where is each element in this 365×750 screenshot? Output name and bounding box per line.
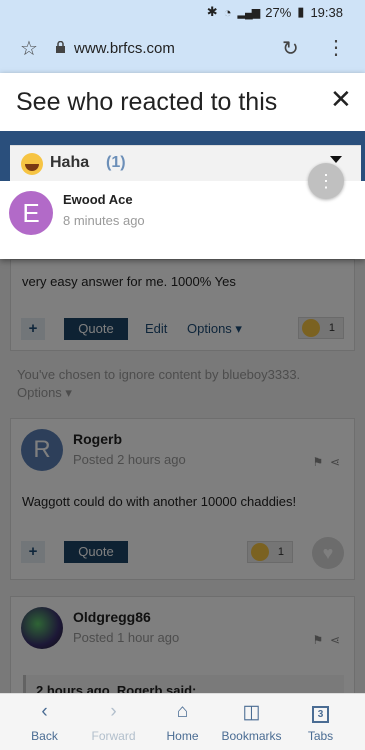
home-icon: ⌂: [176, 701, 189, 722]
nav-forward[interactable]: › Forward: [77, 694, 150, 750]
wifi-icon: ◔: [223, 4, 232, 20]
avatar[interactable]: E: [9, 191, 53, 235]
modal-title: See who reacted to this: [16, 88, 278, 116]
reload-icon[interactable]: ↻: [282, 36, 299, 61]
nav-bookmarks[interactable]: ◫ Bookmarks: [215, 694, 288, 750]
back-icon: ‹: [41, 701, 48, 722]
battery-icon: ▮: [297, 4, 305, 19]
more-options-icon[interactable]: ⋮: [308, 163, 344, 199]
battery-level: 27%: [265, 4, 292, 20]
nav-home[interactable]: ⌂ Home: [146, 694, 219, 750]
nav-label: Tabs: [307, 729, 334, 743]
browser-menu-icon[interactable]: ⋮: [326, 35, 346, 60]
bookmarks-icon: ◫: [242, 702, 261, 723]
bluetooth-icon: ✱: [206, 4, 218, 19]
nav-back[interactable]: ‹ Back: [8, 694, 81, 750]
bookmark-star-icon[interactable]: ☆: [20, 36, 38, 61]
url-bar[interactable]: ☆ www.brfcs.com ↻ ⋮: [0, 30, 365, 68]
forward-icon: ›: [110, 701, 117, 722]
nav-label: Bookmarks: [221, 729, 282, 743]
browser-top-bar: ✱ ◔ ▂▄▆ 27% ▮ 19:38 ☆ www.brfcs.com ↻ ⋮: [0, 0, 365, 73]
signal-icon: ▂▄▆: [237, 6, 261, 19]
haha-emoji-icon: [21, 153, 43, 175]
chevron-down-icon[interactable]: [330, 156, 342, 163]
nav-label: Back: [31, 729, 58, 743]
tabs-icon: 3: [284, 701, 357, 723]
reaction-label: Haha: [50, 154, 90, 171]
reactions-modal: See who reacted to this ✕ Haha (1) E Ewo…: [0, 73, 365, 259]
reaction-count: (1): [106, 154, 126, 171]
reaction-time: 8 minutes ago: [63, 213, 145, 228]
tabs-count: 3: [312, 706, 329, 723]
browser-bottom-bar: ‹ Back › Forward ⌂ Home ◫ Bookmarks 3 Ta…: [0, 693, 365, 750]
nav-tabs[interactable]: 3 Tabs: [284, 694, 357, 750]
list-item[interactable]: E Ewood Ace 8 minutes ago: [0, 183, 365, 243]
user-name[interactable]: Ewood Ace: [63, 192, 133, 207]
close-icon[interactable]: ✕: [330, 86, 352, 112]
nav-label: Forward: [91, 729, 136, 743]
status-bar: ✱ ◔ ▂▄▆ 27% ▮ 19:38: [207, 4, 343, 20]
lock-icon: [56, 41, 65, 53]
url-text[interactable]: www.brfcs.com: [74, 40, 175, 57]
clock: 19:38: [310, 4, 343, 20]
nav-label: Home: [166, 729, 199, 743]
